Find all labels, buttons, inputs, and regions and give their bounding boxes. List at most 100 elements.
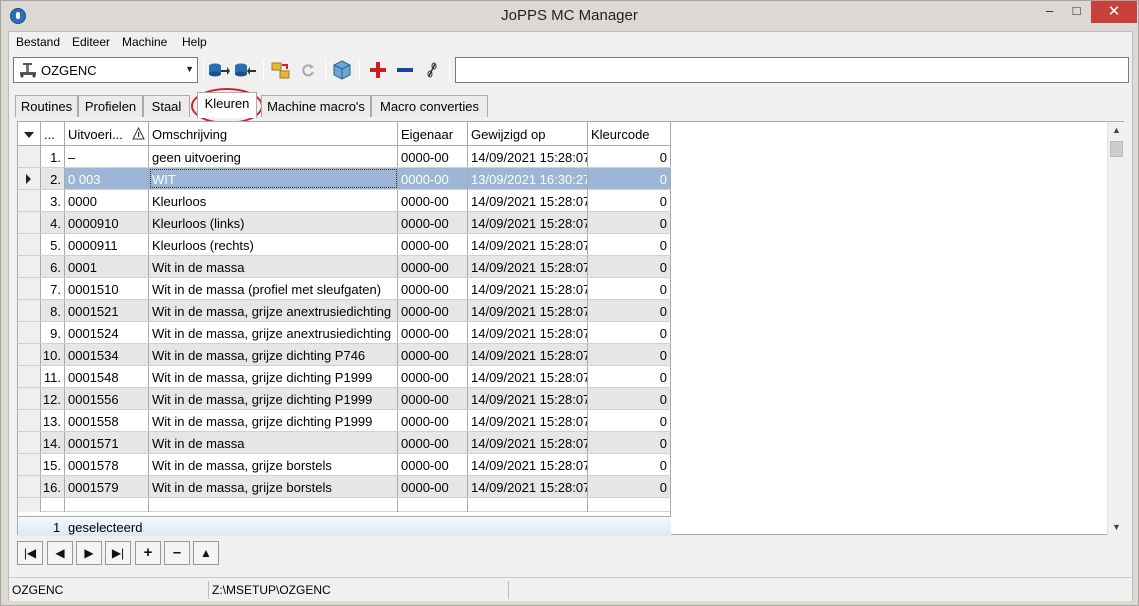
folder-compare-button[interactable] bbox=[270, 59, 292, 81]
row-omschrijving[interactable]: Wit in de massa, grijze anextrusiedichti… bbox=[149, 322, 398, 343]
row-uitvoering[interactable]: 0000910 bbox=[65, 212, 149, 233]
row-indicator[interactable] bbox=[18, 410, 41, 431]
scroll-thumb[interactable] bbox=[1110, 141, 1123, 157]
row-omschrijving[interactable]: Wit in de massa bbox=[149, 432, 398, 453]
row-gewijzigd-op[interactable]: 14/09/2021 15:28:07 bbox=[468, 146, 588, 167]
row-kleurcode[interactable]: 0 bbox=[588, 322, 671, 343]
row-omschrijving[interactable]: Wit in de massa, grijze borstels bbox=[149, 476, 398, 497]
scroll-down-icon[interactable]: ▼ bbox=[1108, 519, 1125, 536]
tab-profielen[interactable]: Profielen bbox=[78, 95, 143, 117]
table-row[interactable]: 16. 0001579 Wit in de massa, grijze borste… bbox=[18, 476, 671, 498]
row-kleurcode[interactable]: 0 bbox=[588, 278, 671, 299]
add-button[interactable] bbox=[367, 59, 389, 81]
minimize-button[interactable]: – bbox=[1036, 1, 1063, 23]
row-indicator[interactable] bbox=[18, 300, 41, 321]
row-index[interactable]: 16. bbox=[41, 476, 65, 497]
table-row[interactable]: 15. 0001578 Wit in de massa, grijze borste… bbox=[18, 454, 671, 476]
row-kleurcode[interactable]: 0 bbox=[588, 454, 671, 475]
row-omschrijving[interactable]: Kleurloos bbox=[149, 190, 398, 211]
delete-record-button[interactable]: – bbox=[164, 541, 190, 565]
row-kleurcode[interactable]: 0 bbox=[588, 388, 671, 409]
row-uitvoering[interactable]: 0001548 bbox=[65, 366, 149, 387]
insert-record-button[interactable]: + bbox=[135, 541, 161, 565]
row-uitvoering[interactable]: 0 003 bbox=[65, 168, 149, 189]
column-header-uitvoering[interactable]: Uitvoeri... bbox=[65, 122, 149, 146]
row-kleurcode[interactable]: 0 bbox=[588, 432, 671, 453]
row-omschrijving[interactable]: Wit in de massa, grijze dichting P1999 bbox=[149, 388, 398, 409]
row-index[interactable]: 4. bbox=[41, 212, 65, 233]
scroll-up-icon[interactable]: ▲ bbox=[1108, 122, 1125, 139]
row-index[interactable]: 12. bbox=[41, 388, 65, 409]
tab-machine-macros[interactable]: Machine macro's bbox=[261, 95, 371, 117]
row-kleurcode[interactable]: 0 bbox=[588, 366, 671, 387]
row-eigenaar[interactable]: 0000-00 bbox=[398, 388, 468, 409]
row-gewijzigd-op[interactable]: 14/09/2021 15:28:07 bbox=[468, 212, 588, 233]
row-kleurcode[interactable]: 0 bbox=[588, 212, 671, 233]
row-uitvoering[interactable]: 0001510 bbox=[65, 278, 149, 299]
row-indicator[interactable] bbox=[18, 322, 41, 343]
db-export-button[interactable] bbox=[208, 59, 230, 81]
db-import-button[interactable] bbox=[234, 59, 256, 81]
table-row[interactable]: 13. 0001558 Wit in de massa, grijze dichti… bbox=[18, 410, 671, 432]
row-eigenaar[interactable]: 0000-00 bbox=[398, 454, 468, 475]
table-row[interactable]: 2. 0 003 WIT 0000-00 13/09/2021 16:30:27 0 bbox=[18, 168, 671, 190]
prev-record-button[interactable]: ◀ bbox=[47, 541, 73, 565]
column-header-eigenaar[interactable]: Eigenaar bbox=[398, 122, 468, 146]
row-uitvoering[interactable]: 0001 bbox=[65, 256, 149, 277]
row-eigenaar[interactable]: 0000-00 bbox=[398, 344, 468, 365]
row-indicator[interactable] bbox=[18, 432, 41, 453]
row-kleurcode[interactable]: 0 bbox=[588, 300, 671, 321]
machine-select[interactable]: OZGENC ▼ bbox=[13, 57, 198, 83]
row-uitvoering[interactable]: 0001571 bbox=[65, 432, 149, 453]
search-input[interactable] bbox=[455, 57, 1129, 83]
table-row[interactable]: 3. 0000 Kleurloos 0000-00 14/09/2021 15:28:0… bbox=[18, 190, 671, 212]
row-gewijzigd-op[interactable]: 14/09/2021 15:28:07 bbox=[468, 388, 588, 409]
row-eigenaar[interactable]: 0000-00 bbox=[398, 322, 468, 343]
row-uitvoering[interactable]: 0001521 bbox=[65, 300, 149, 321]
table-row[interactable]: 9. 0001524 Wit in de massa, grijze anextru… bbox=[18, 322, 671, 344]
row-kleurcode[interactable]: 0 bbox=[588, 146, 671, 167]
row-eigenaar[interactable]: 0000-00 bbox=[398, 234, 468, 255]
row-omschrijving[interactable]: Wit in de massa, grijze dichting P1999 bbox=[149, 366, 398, 387]
row-kleurcode[interactable]: 0 bbox=[588, 476, 671, 497]
row-indicator[interactable] bbox=[18, 212, 41, 233]
row-eigenaar[interactable]: 0000-00 bbox=[398, 256, 468, 277]
table-row[interactable]: 14. 0001571 Wit in de massa 0000-00 14/09/20… bbox=[18, 432, 671, 454]
row-uitvoering[interactable]: 0001578 bbox=[65, 454, 149, 475]
table-row[interactable]: 11. 0001548 Wit in de massa, grijze dichti… bbox=[18, 366, 671, 388]
row-indicator[interactable] bbox=[18, 476, 41, 497]
row-indicator[interactable] bbox=[18, 388, 41, 409]
row-index[interactable]: 7. bbox=[41, 278, 65, 299]
row-eigenaar[interactable]: 0000-00 bbox=[398, 366, 468, 387]
row-index[interactable]: 5. bbox=[41, 234, 65, 255]
tab-routines[interactable]: Routines bbox=[15, 95, 78, 117]
row-eigenaar[interactable]: 0000-00 bbox=[398, 190, 468, 211]
column-header-kleurcode[interactable]: Kleurcode bbox=[588, 122, 671, 146]
row-omschrijving[interactable]: Wit in de massa, grijze dichting P746 bbox=[149, 344, 398, 365]
row-gewijzigd-op[interactable]: 14/09/2021 15:28:07 bbox=[468, 476, 588, 497]
row-omschrijving[interactable]: Wit in de massa, grijze anextrusiedichti… bbox=[149, 300, 398, 321]
row-gewijzigd-op[interactable]: 14/09/2021 15:28:07 bbox=[468, 234, 588, 255]
row-kleurcode[interactable]: 0 bbox=[588, 190, 671, 211]
row-eigenaar[interactable]: 0000-00 bbox=[398, 168, 468, 189]
tab-kleuren[interactable]: Kleuren bbox=[197, 92, 257, 118]
row-eigenaar[interactable]: 0000-00 bbox=[398, 300, 468, 321]
row-index[interactable]: 3. bbox=[41, 190, 65, 211]
row-index[interactable]: 11. bbox=[41, 366, 65, 387]
row-indicator[interactable] bbox=[18, 256, 41, 277]
link-button[interactable] bbox=[421, 59, 443, 81]
row-eigenaar[interactable]: 0000-00 bbox=[398, 410, 468, 431]
column-header-omschrijving[interactable]: Omschrijving bbox=[149, 122, 398, 146]
first-record-button[interactable]: |◀ bbox=[17, 541, 43, 565]
column-header-gewijzigd-op[interactable]: Gewijzigd op bbox=[468, 122, 588, 146]
row-gewijzigd-op[interactable]: 14/09/2021 15:28:07 bbox=[468, 410, 588, 431]
row-eigenaar[interactable]: 0000-00 bbox=[398, 146, 468, 167]
row-omschrijving[interactable]: geen uitvoering bbox=[149, 146, 398, 167]
row-index[interactable]: 8. bbox=[41, 300, 65, 321]
tab-staal[interactable]: Staal bbox=[143, 95, 190, 117]
row-index[interactable]: 2. bbox=[41, 168, 65, 189]
close-button[interactable]: ✕ bbox=[1091, 1, 1137, 23]
table-row[interactable]: 10. 0001534 Wit in de massa, grijze dichti… bbox=[18, 344, 671, 366]
table-row[interactable]: 12. 0001556 Wit in de massa, grijze dichti… bbox=[18, 388, 671, 410]
menu-help[interactable]: Help bbox=[182, 35, 207, 49]
